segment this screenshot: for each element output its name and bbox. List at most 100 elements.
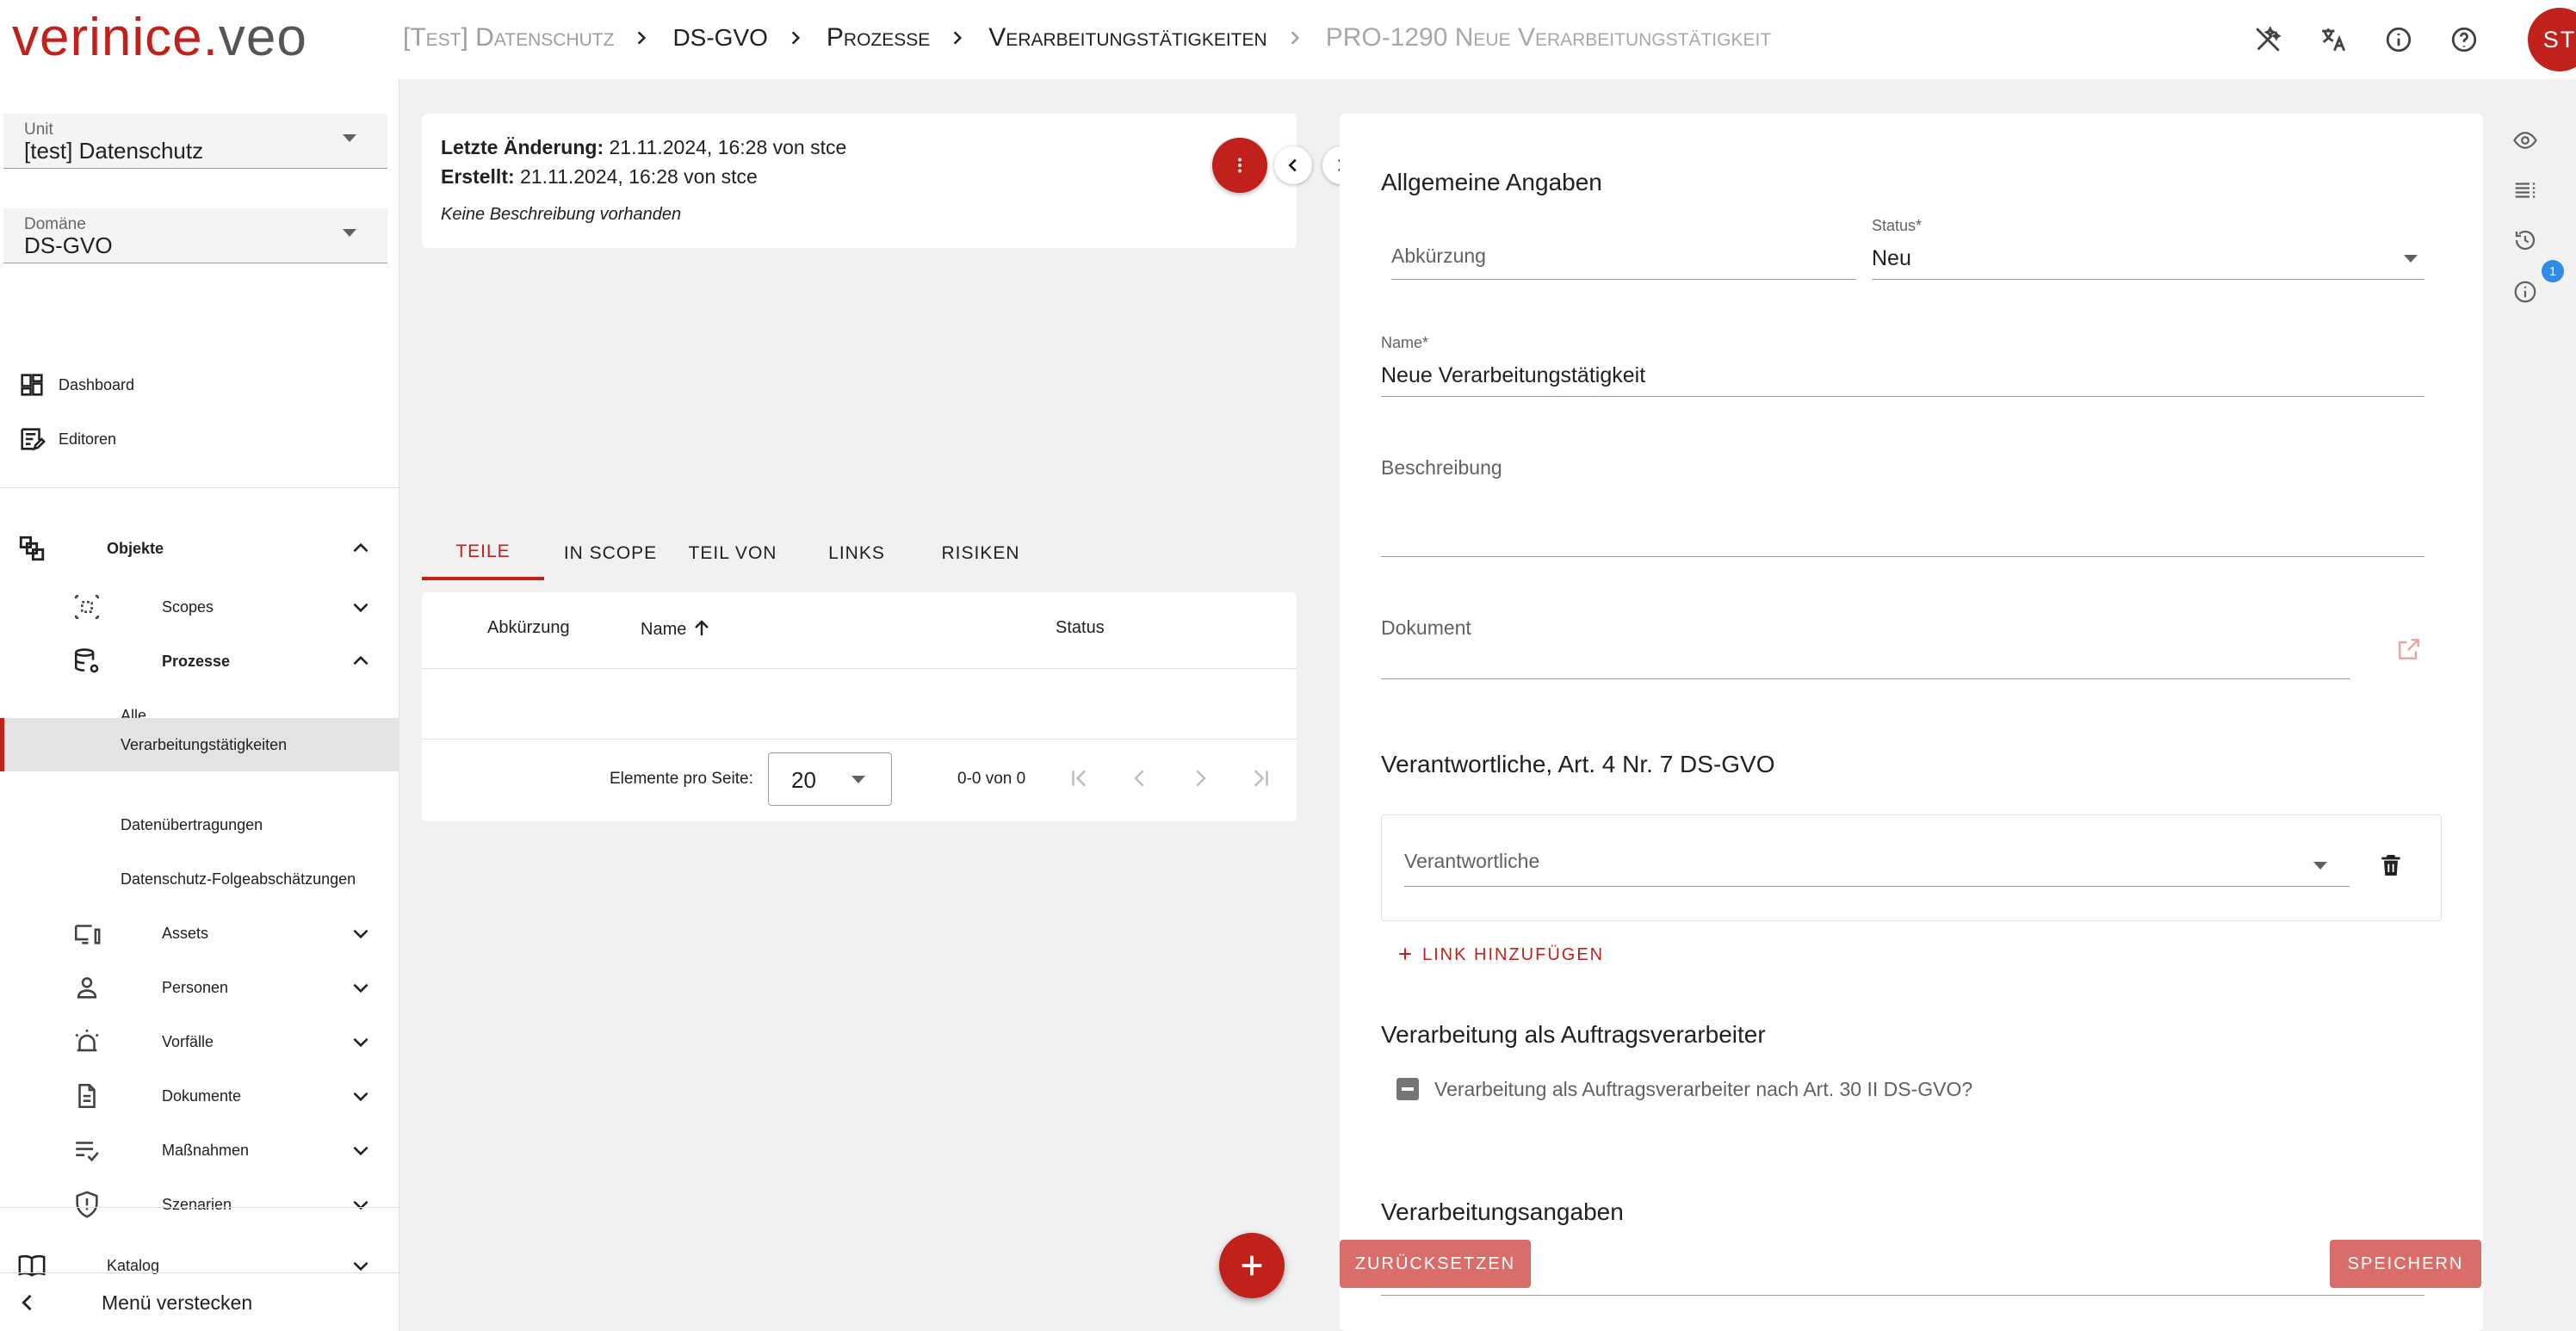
column-header-name[interactable]: Name bbox=[641, 618, 712, 640]
sidebar-item-label: Dokumente bbox=[162, 1086, 242, 1105]
sidebar-item-scenarios[interactable]: Szenarien bbox=[0, 1178, 399, 1231]
list-check-icon bbox=[72, 1136, 102, 1165]
items-per-page-value: 20 bbox=[791, 767, 816, 793]
dashboard-icon bbox=[17, 370, 46, 399]
sidebar-item-documents[interactable]: Dokumente bbox=[0, 1069, 399, 1123]
sidebar-item-data-transfers[interactable]: Datenübertragungen bbox=[0, 798, 399, 851]
sidebar-item-objects[interactable]: Objekte bbox=[0, 522, 399, 575]
last-page-button[interactable] bbox=[1243, 761, 1278, 796]
next-page-button[interactable] bbox=[1183, 761, 1217, 796]
last-change-value: 21.11.2024, 16:28 von stce bbox=[609, 136, 847, 158]
sidebar-divider bbox=[0, 1207, 399, 1208]
sidebar-item-editors[interactable]: Editoren bbox=[0, 412, 399, 466]
open-in-new-icon[interactable] bbox=[2395, 635, 2423, 663]
plus-icon bbox=[1399, 948, 1411, 960]
user-avatar[interactable]: ST bbox=[2528, 8, 2576, 71]
last-change-label: Letzte Änderung: bbox=[441, 136, 604, 158]
chevron-up-icon bbox=[350, 650, 372, 672]
sidebar-item-scopes[interactable]: Scopes bbox=[0, 580, 399, 634]
section-processing-heading: Verarbeitungsangaben bbox=[1381, 1198, 1624, 1225]
tab-links[interactable]: LINKS bbox=[801, 527, 913, 580]
person-icon bbox=[72, 973, 102, 1002]
sidebar-divider bbox=[0, 1272, 399, 1273]
sidebar-item-processing-activities[interactable]: Verarbeitungstätigkeiten bbox=[0, 718, 399, 771]
sidebar-item-label: Personen bbox=[162, 978, 229, 996]
info-badge: 1 bbox=[2542, 260, 2564, 282]
name-label: Name* bbox=[1381, 334, 1429, 351]
scope-icon bbox=[72, 592, 102, 622]
top-icon-group: ST bbox=[2251, 0, 2576, 79]
indeterminate-icon bbox=[1402, 1087, 1414, 1091]
tab-in-scope[interactable]: IN SCOPE bbox=[553, 527, 668, 580]
page-first-icon bbox=[1072, 770, 1087, 787]
chevron-right-icon bbox=[787, 29, 804, 46]
dropdown-caret-icon bbox=[851, 776, 865, 783]
sidebar-item-dpia[interactable]: Datenschutz-Folgeabschätzungen bbox=[0, 852, 399, 906]
items-per-page-select[interactable]: 20 bbox=[768, 752, 892, 806]
description-label: Beschreibung bbox=[1381, 456, 1502, 479]
dots-vertical-icon bbox=[1238, 158, 1242, 173]
chevron-up-icon bbox=[350, 537, 372, 560]
domain-select-label: Domäne bbox=[24, 215, 86, 233]
sidebar-item-label: Prozesse bbox=[162, 652, 231, 670]
sidebar-item-label: Vorfälle bbox=[162, 1032, 214, 1050]
tab-risks[interactable]: RISIKEN bbox=[923, 527, 1038, 580]
help-icon[interactable] bbox=[2447, 22, 2481, 57]
chevron-down-icon bbox=[350, 1193, 372, 1216]
breadcrumb-domain[interactable]: DS-GVO bbox=[672, 24, 767, 52]
column-header-status[interactable]: Status bbox=[1056, 618, 1105, 638]
chevron-right-icon bbox=[1286, 29, 1303, 46]
tab-part-of[interactable]: TEIL VON bbox=[677, 527, 789, 580]
siren-icon bbox=[72, 1027, 102, 1056]
delete-icon[interactable] bbox=[2377, 851, 2405, 879]
add-link-button[interactable]: LINK HINZUFÜGEN bbox=[1396, 945, 1604, 965]
tab-parts[interactable]: TEILE bbox=[422, 527, 544, 580]
eye-icon[interactable] bbox=[2511, 126, 2540, 155]
parts-table: Abkürzung Name Status Elemente pro Seite… bbox=[422, 592, 1297, 821]
app-logo[interactable]: verinice.veo bbox=[12, 7, 307, 68]
wand-off-icon[interactable] bbox=[2251, 22, 2285, 57]
document-label: Dokument bbox=[1381, 616, 1471, 639]
status-value: Neu bbox=[1872, 246, 1911, 270]
processor-checkbox[interactable] bbox=[1396, 1078, 1419, 1100]
first-page-button[interactable] bbox=[1062, 761, 1097, 796]
sidebar: Unit [test] Datenschutz Domäne DS-GVO Da… bbox=[0, 79, 399, 1331]
hide-menu-button[interactable]: Menü verstecken bbox=[0, 1276, 399, 1329]
add-object-button[interactable] bbox=[1219, 1233, 1285, 1298]
save-button[interactable]: SPEICHERN bbox=[2330, 1240, 2481, 1288]
page-last-icon bbox=[1254, 770, 1268, 787]
sidebar-item-dashboard[interactable]: Dashboard bbox=[0, 358, 399, 412]
object-actions-button[interactable] bbox=[1212, 138, 1267, 193]
breadcrumb: [Test] Datenschutz DS-GVO Prozesse Verar… bbox=[403, 21, 1771, 55]
top-app-bar: verinice.veo [Test] Datenschutz DS-GVO P… bbox=[0, 0, 2576, 79]
sidebar-item-label: Szenarien bbox=[162, 1195, 232, 1213]
info-icon[interactable] bbox=[2381, 22, 2416, 57]
section-processor-heading: Verarbeitung als Auftragsverarbeiter bbox=[1381, 1021, 1766, 1048]
breadcrumb-processes[interactable]: Prozesse bbox=[827, 23, 930, 53]
breadcrumb-unit[interactable]: [Test] Datenschutz bbox=[403, 23, 614, 53]
dropdown-caret-icon bbox=[2313, 862, 2327, 870]
table-of-contents-icon[interactable] bbox=[2511, 176, 2540, 205]
info-icon[interactable] bbox=[2511, 277, 2540, 306]
sidebar-item-label: Datenübertragungen bbox=[121, 815, 263, 833]
domain-select[interactable]: Domäne DS-GVO bbox=[3, 208, 387, 263]
abbreviation-underline bbox=[1391, 279, 1856, 280]
sidebar-item-assets[interactable]: Assets bbox=[0, 907, 399, 960]
chevron-down-icon bbox=[350, 1139, 372, 1161]
previous-page-button[interactable] bbox=[1123, 761, 1157, 796]
breadcrumb-processing-activities[interactable]: Verarbeitungstätigkeiten bbox=[988, 23, 1266, 53]
translate-icon[interactable] bbox=[2316, 22, 2350, 57]
sidebar-item-persons[interactable]: Personen bbox=[0, 961, 399, 1014]
controllers-link-box: Verantwortliche bbox=[1381, 814, 2442, 921]
unit-select[interactable]: Unit [test] Datenschutz bbox=[3, 114, 387, 169]
sidebar-item-incidents[interactable]: Vorfälle bbox=[0, 1015, 399, 1068]
collapse-left-button[interactable] bbox=[1274, 146, 1312, 184]
abbreviation-placeholder: Abkürzung bbox=[1391, 245, 1486, 267]
sidebar-item-controls[interactable]: Maßnahmen bbox=[0, 1124, 399, 1177]
sidebar-item-processes[interactable]: Prozesse bbox=[0, 635, 399, 688]
reset-button[interactable]: ZURÜCKSETZEN bbox=[1340, 1240, 1531, 1288]
column-header-abbreviation[interactable]: Abkürzung bbox=[487, 618, 570, 638]
chevron-down-icon bbox=[350, 1031, 372, 1053]
status-label: Status* bbox=[1872, 217, 1923, 234]
history-icon[interactable] bbox=[2511, 226, 2540, 255]
